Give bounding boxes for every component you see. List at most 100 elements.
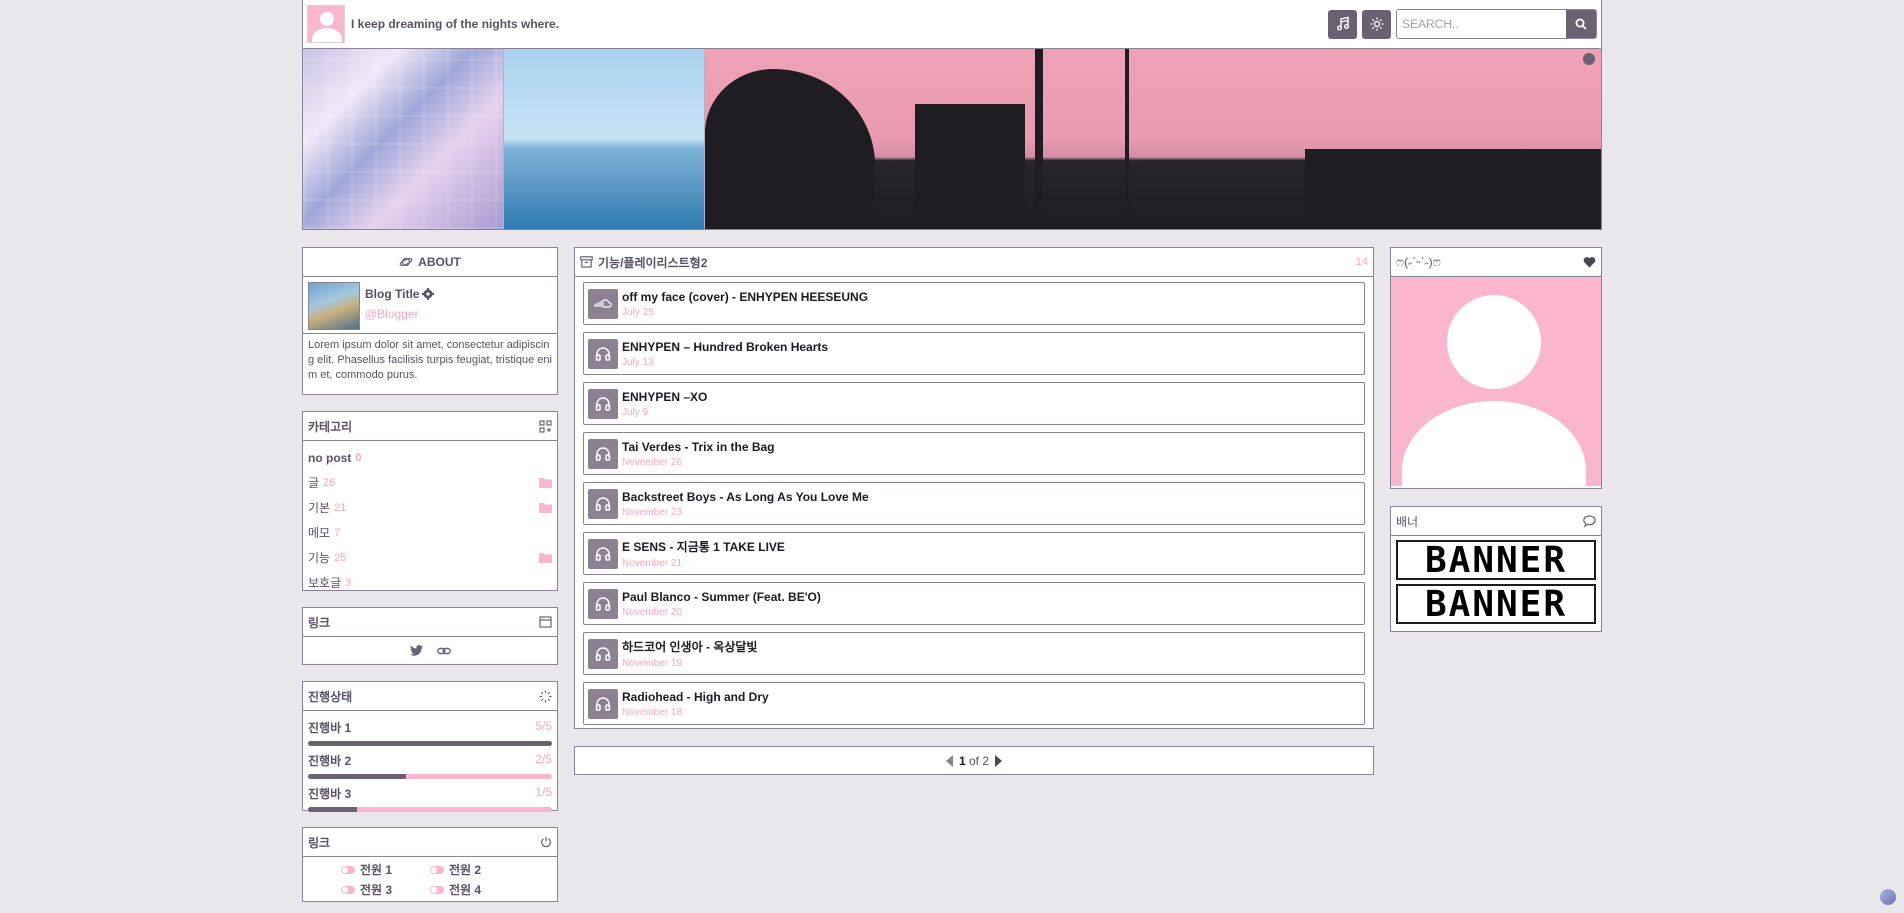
blog-handle[interactable]: @Blogger <box>365 307 434 321</box>
post-title[interactable]: Tai Verdes - Trix in the Bag <box>622 440 775 454</box>
blog-title: Blog Title <box>365 287 420 301</box>
power-icon <box>541 836 551 848</box>
post-item[interactable]: Radiohead - High and Dry November 18 <box>583 682 1365 725</box>
pagination: 1 of 2 <box>574 746 1374 775</box>
power-heading: 링크 <box>308 835 331 850</box>
post-item[interactable]: E SENS - 지금통 1 TAKE LIVE November 21 <box>583 532 1365 575</box>
post-title[interactable]: Paul Blanco - Summer (Feat. BE'O) <box>622 590 821 604</box>
post-thumbnail <box>588 338 618 369</box>
link-icon[interactable] <box>436 645 451 657</box>
banner-link-1[interactable]: BANNER <box>1396 540 1596 581</box>
soundcloud-icon <box>594 298 612 308</box>
post-thumbnail <box>588 288 618 319</box>
headphones-icon <box>595 447 611 461</box>
headphones-icon <box>595 647 611 661</box>
progress-panel: 진행상태 진행바 1 5/5 진행바 2 2/5 진행바 3 1/5 <box>302 681 558 814</box>
floating-widget-icon[interactable] <box>1880 889 1896 905</box>
post-item[interactable]: Backstreet Boys - As Long As You Love Me… <box>583 482 1365 525</box>
folder-icon[interactable] <box>539 502 552 513</box>
toggle-icon[interactable] <box>430 865 444 874</box>
current-page: 1 <box>958 753 966 768</box>
progress-list: 진행바 1 5/5 진행바 2 2/5 진행바 3 1/5 <box>303 711 557 814</box>
power-item[interactable]: 전원 2 <box>430 861 519 878</box>
post-item[interactable]: 하드코어 인생아 - 옥상달빛 November 19 <box>583 632 1365 675</box>
post-title[interactable]: Backstreet Boys - As Long As You Love Me <box>622 490 869 504</box>
headphones-icon <box>595 497 611 511</box>
links-heading: 링크 <box>308 615 331 630</box>
post-item[interactable]: ENHYPEN –XO July 9 <box>583 382 1365 425</box>
toggle-icon[interactable] <box>430 885 444 894</box>
archive-icon <box>580 256 593 268</box>
search-button[interactable] <box>1566 10 1596 38</box>
next-page-icon[interactable] <box>995 754 1003 767</box>
post-date: November 20 <box>622 606 683 618</box>
spinner-icon <box>539 690 552 702</box>
post-thumbnail <box>588 688 618 719</box>
post-title[interactable]: ENHYPEN – Hundred Broken Hearts <box>622 340 828 354</box>
search-input[interactable] <box>1397 10 1567 38</box>
post-title[interactable]: E SENS - 지금통 1 TAKE LIVE <box>622 538 785 555</box>
banner-image-sea <box>504 49 705 229</box>
category-header: 카테고리 <box>303 412 557 441</box>
sun-icon <box>1370 17 1383 31</box>
post-item[interactable]: off my face (cover) - ENHYPEN HEESEUNG Ju… <box>583 282 1365 325</box>
category-item-protected[interactable]: 보호글 3 <box>308 570 552 595</box>
theme-toggle-button[interactable] <box>1362 9 1391 39</box>
post-item[interactable]: Paul Blanco - Summer (Feat. BE'O) Novembe… <box>583 582 1365 625</box>
progress-value: 5/5 <box>535 719 552 733</box>
category-panel: 카테고리 no post 0 글 26 기본 21 메모 7 기능 25 보호글 3 <box>302 411 558 591</box>
blog-profile-image <box>308 282 360 330</box>
toggle-icon[interactable] <box>341 865 355 874</box>
folder-icon[interactable] <box>539 552 552 563</box>
post-date: November 23 <box>622 506 683 518</box>
banner-link-2[interactable]: BANNER <box>1396 584 1596 625</box>
progress-label: 진행바 3 <box>308 787 352 801</box>
site-title[interactable]: I keep dreaming of the nights where. <box>351 17 559 31</box>
top-header: I keep dreaming of the nights where. <box>302 0 1602 49</box>
category-item-no-post[interactable]: no post 0 <box>308 445 552 470</box>
category-item-memo[interactable]: 메모 7 <box>308 520 552 545</box>
toggle-icon[interactable] <box>341 885 355 894</box>
power-item[interactable]: 전원 1 <box>341 861 430 878</box>
post-title[interactable]: Radiohead - High and Dry <box>622 690 769 704</box>
links-panel: 링크 <box>302 607 558 665</box>
folder-icon[interactable] <box>539 477 552 488</box>
banner-heading: 배너 <box>1396 514 1419 529</box>
post-title[interactable]: 하드코어 인생아 - 옥상달빛 <box>622 638 757 655</box>
category-item-posts[interactable]: 글 26 <box>308 470 552 495</box>
category-list: no post 0 글 26 기본 21 메모 7 기능 25 보호글 3 <box>303 441 557 599</box>
twitter-icon[interactable] <box>409 645 423 656</box>
headphones-icon <box>595 347 611 361</box>
post-item[interactable]: Tai Verdes - Trix in the Bag November 26 <box>583 432 1365 475</box>
post-title[interactable]: off my face (cover) - ENHYPEN HEESEUNG <box>622 290 868 304</box>
heart-icon[interactable] <box>1583 256 1596 268</box>
post-item[interactable]: ENHYPEN – Hundred Broken Hearts July 13 <box>583 332 1365 375</box>
post-list-header: 기능/플레이리스트형2 14 <box>575 248 1373 277</box>
social-links <box>303 637 557 664</box>
post-date: November 19 <box>622 658 683 669</box>
power-item[interactable]: 전원 3 <box>341 881 430 898</box>
progress-bar <box>308 807 552 812</box>
profile-header: ෆ(˶ˊᵕˋ˶)ෆ <box>1391 248 1601 277</box>
prev-page-icon[interactable] <box>945 754 953 767</box>
post-date: July 13 <box>622 356 654 368</box>
page-wrapper: I keep dreaming of the nights where. <box>302 0 1602 230</box>
blog-avatar[interactable] <box>307 5 345 43</box>
post-title[interactable]: ENHYPEN –XO <box>622 390 707 404</box>
about-header: ABOUT <box>303 248 557 277</box>
category-item-feature[interactable]: 기능 25 <box>308 545 552 570</box>
category-item-basic[interactable]: 기본 21 <box>308 495 552 520</box>
headphones-icon <box>595 597 611 611</box>
power-item[interactable]: 전원 4 <box>430 881 519 898</box>
headphones-icon <box>595 547 611 561</box>
progress-value: 2/5 <box>535 752 552 766</box>
about-heading: ABOUT <box>418 255 461 269</box>
power-list: 전원 1 전원 2 전원 3 전원 4 <box>303 857 557 902</box>
music-button[interactable] <box>1328 9 1357 39</box>
post-list: off my face (cover) - ENHYPEN HEESEUNG Ju… <box>575 277 1373 737</box>
music-note-icon <box>1336 16 1349 31</box>
power-header: 링크 <box>303 828 557 857</box>
banner-image-glass-floor <box>303 49 504 229</box>
search-icon <box>1575 18 1587 30</box>
gear-icon[interactable] <box>422 288 435 300</box>
